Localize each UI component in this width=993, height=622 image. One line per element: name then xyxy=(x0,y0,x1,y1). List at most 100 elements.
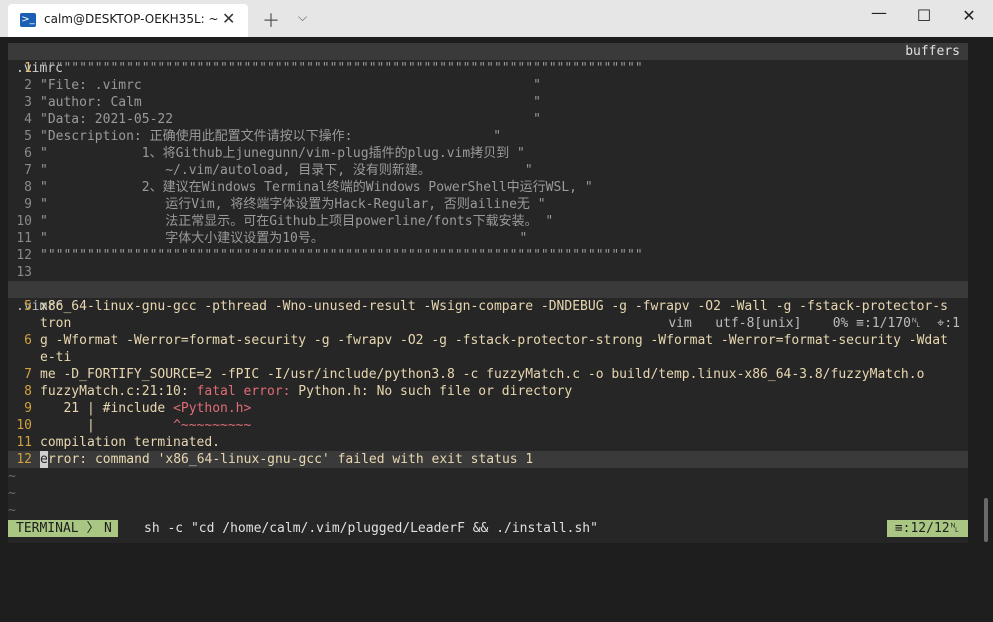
terminal-statusline: TERMINAL 〉 N sh -c "cd /home/calm/.vim/p… xyxy=(8,520,968,537)
line-text: x86_64-linux-gnu-gcc -pthread -Wno-unuse… xyxy=(40,299,948,314)
editor-line[interactable]: 6 " 1、将Github上junegunn/vim-plug插件的plug.vi… xyxy=(8,145,968,162)
new-tab-button[interactable]: ＋ xyxy=(262,7,280,33)
line-text: " ~/.vim/autoload, 目录下, 没有则新建。 " xyxy=(40,163,533,178)
fatal-error-label: fatal error: xyxy=(196,384,299,399)
line-number: 6 xyxy=(24,333,32,348)
error-line: rror: command 'x86_64-linux-gnu-gcc' fai… xyxy=(48,452,534,467)
terminal-line: e-ti xyxy=(8,349,968,366)
terminal-line: 11 compilation terminated. xyxy=(8,434,968,451)
line-text: """"""""""""""""""""""""""""""""""""""""… xyxy=(40,61,643,76)
editor-line[interactable]: 1 """""""""""""""""""""""""""""""""""""""… xyxy=(8,60,968,77)
editor-line[interactable]: 13 xyxy=(8,264,968,281)
maximize-button[interactable]: ☐ xyxy=(909,6,939,25)
terminal-line: 7 me -D_FORTIFY_SOURCE=2 -fPIC -I/usr/inc… xyxy=(8,366,968,383)
buffers-label: buffers xyxy=(905,44,960,59)
line-number: 11 xyxy=(16,231,32,246)
line-text: "Data: 2021-05-22 " xyxy=(40,112,541,127)
line-number: 8 xyxy=(24,384,32,399)
title-bar: >_ calm@DESKTOP-OEKH35L: ~ ✕ ＋ ⌵ — ☐ ✕ xyxy=(0,0,993,37)
powershell-icon: >_ xyxy=(20,13,36,27)
editor-line[interactable]: 2 "File: .vimrc " xyxy=(8,77,968,94)
editor-line[interactable]: 3 "author: Calm " xyxy=(8,94,968,111)
line-number: 11 xyxy=(16,435,32,450)
line-text: " 2、建议在Windows Terminal终端的Windows PowerS… xyxy=(40,180,593,195)
line-text: " 法正常显示。可在Github上项目powerline/fonts下载安装。 … xyxy=(40,214,554,229)
line-number: 9 xyxy=(24,197,32,212)
line-number: 3 xyxy=(24,95,32,110)
close-window-button[interactable]: ✕ xyxy=(954,6,984,25)
terminal-line-current: 12 error: command 'x86_64-linux-gnu-gcc' … xyxy=(8,451,968,468)
line-text: """"""""""""""""""""""""""""""""""""""""… xyxy=(40,248,643,263)
line-text: g -Wformat -Werror=format-security -g -f… xyxy=(40,333,948,348)
line-number: 13 xyxy=(16,265,32,280)
line-number: 1 xyxy=(24,61,32,76)
line-text: | ^~~~~~~~~~ xyxy=(40,417,251,434)
scrollbar-thumb[interactable] xyxy=(984,498,988,542)
minimize-button[interactable]: — xyxy=(864,3,894,22)
terminal-line: 10 | ^~~~~~~~~~ xyxy=(8,417,968,434)
empty-line-tilde: ~ xyxy=(8,486,16,501)
chevron-down-icon[interactable]: ⌵ xyxy=(298,10,307,25)
terminal-line: 5 x86_64-linux-gnu-gcc -pthread -Wno-unus… xyxy=(8,298,968,315)
line-number: 4 xyxy=(24,112,32,127)
line-number: 5 xyxy=(24,129,32,144)
empty-line-tilde: ~ xyxy=(8,469,16,484)
line-number: 7 xyxy=(24,163,32,178)
editor-line[interactable]: 10 " 法正常显示。可在Github上项目powerline/fonts下载安装… xyxy=(8,213,968,230)
line-number: 6 xyxy=(24,146,32,161)
empty-line-tilde: ~ xyxy=(8,503,16,518)
sub-mode-indicator: N xyxy=(100,520,118,537)
line-text: 21 | #include <Python.h> xyxy=(40,400,251,417)
line-text: tron xyxy=(40,316,72,331)
line-number: 10 xyxy=(16,214,32,229)
editor-line[interactable]: 8 " 2、建议在Windows Terminal终端的Windows Power… xyxy=(8,179,968,196)
editor-line[interactable]: 11 " 字体大小建议设置为10号。 " xyxy=(8,230,968,247)
terminal-command: sh -c "cd /home/calm/.vim/plugged/Leader… xyxy=(144,521,598,536)
line-number: 9 xyxy=(24,401,32,416)
text-cursor: e xyxy=(40,451,48,468)
separator-icon: 〉 xyxy=(86,521,100,536)
editor-line[interactable]: 4 "Data: 2021-05-22 " xyxy=(8,111,968,128)
terminal-area[interactable]: .vimrc buffers 1 """"""""""""""""""""""""… xyxy=(0,37,993,579)
tab-title: calm@DESKTOP-OEKH35L: ~ xyxy=(44,12,219,26)
line-text: "author: Calm " xyxy=(40,95,541,110)
line-text: "File: .vimrc " xyxy=(40,78,541,93)
terminal-line: 6 g -Wformat -Werror=format-security -g -… xyxy=(8,332,968,349)
editor-line[interactable]: 5 "Description: 正确使用此配置文件请按以下操作: " xyxy=(8,128,968,145)
editor-line[interactable]: 9 " 运行Vim, 将终端字体设置为Hack-Regular, 否则ailine… xyxy=(8,196,968,213)
error-message: Python.h: No such file or directory xyxy=(298,384,573,399)
terminal-line: 8 fuzzyMatch.c:21:10: fatal error: Python… xyxy=(8,383,968,400)
line-text: " 1、将Github上junegunn/vim-plug插件的plug.vim… xyxy=(40,146,525,161)
line-text: me -D_FORTIFY_SOURCE=2 -fPIC -I/usr/incl… xyxy=(40,367,925,382)
line-text: "Description: 正确使用此配置文件请按以下操作: " xyxy=(40,129,502,144)
line-text: e-ti xyxy=(40,350,72,365)
vim-tabline: .vimrc buffers xyxy=(8,43,968,76)
include-prefix: 21 | #include xyxy=(40,401,174,416)
tab-close-icon[interactable]: ✕ xyxy=(222,9,235,28)
line-text: fuzzyMatch.c:21:10: fatal error: Python.… xyxy=(40,383,572,400)
line-text: " 字体大小建议设置为10号。 " xyxy=(40,231,528,246)
mode-indicator: TERMINAL 〉 xyxy=(8,520,108,537)
line-text: " 运行Vim, 将终端字体设置为Hack-Regular, 否则ailine无… xyxy=(40,197,546,212)
vim-statusline: .vimrc vim utf-8[unix] 0% ≡:1/170␤ ⌖:1 xyxy=(8,281,968,331)
terminal-line: tron xyxy=(8,315,968,332)
line-number: 8 xyxy=(24,180,32,195)
line-number: 10 xyxy=(16,418,32,433)
error-caret: ^~~~~~~~~~ xyxy=(173,418,252,433)
line-number: 7 xyxy=(24,367,32,382)
terminal-tab[interactable]: >_ calm@DESKTOP-OEKH35L: ~ ✕ xyxy=(8,4,248,37)
line-number: 5 xyxy=(24,299,32,314)
error-location: fuzzyMatch.c:21:10: xyxy=(40,384,197,399)
vim-pane[interactable]: .vimrc buffers 1 """"""""""""""""""""""""… xyxy=(8,43,968,543)
line-text: compilation terminated. xyxy=(40,435,221,450)
line-text: error: command 'x86_64-linux-gnu-gcc' fa… xyxy=(40,451,533,468)
line-number: 12 xyxy=(16,452,32,467)
editor-line[interactable]: 7 " ~/.vim/autoload, 目录下, 没有则新建。 " xyxy=(8,162,968,179)
line-number: 12 xyxy=(16,248,32,263)
editor-line[interactable]: 12 """"""""""""""""""""""""""""""""""""""… xyxy=(8,247,968,264)
caret-prefix: | xyxy=(40,418,174,433)
include-header: <Python.h> xyxy=(173,401,252,416)
cursor-position: ≡:12/12␤ xyxy=(886,520,968,537)
terminal-line: 9 21 | #include <Python.h> xyxy=(8,400,968,417)
line-number: 2 xyxy=(24,78,32,93)
